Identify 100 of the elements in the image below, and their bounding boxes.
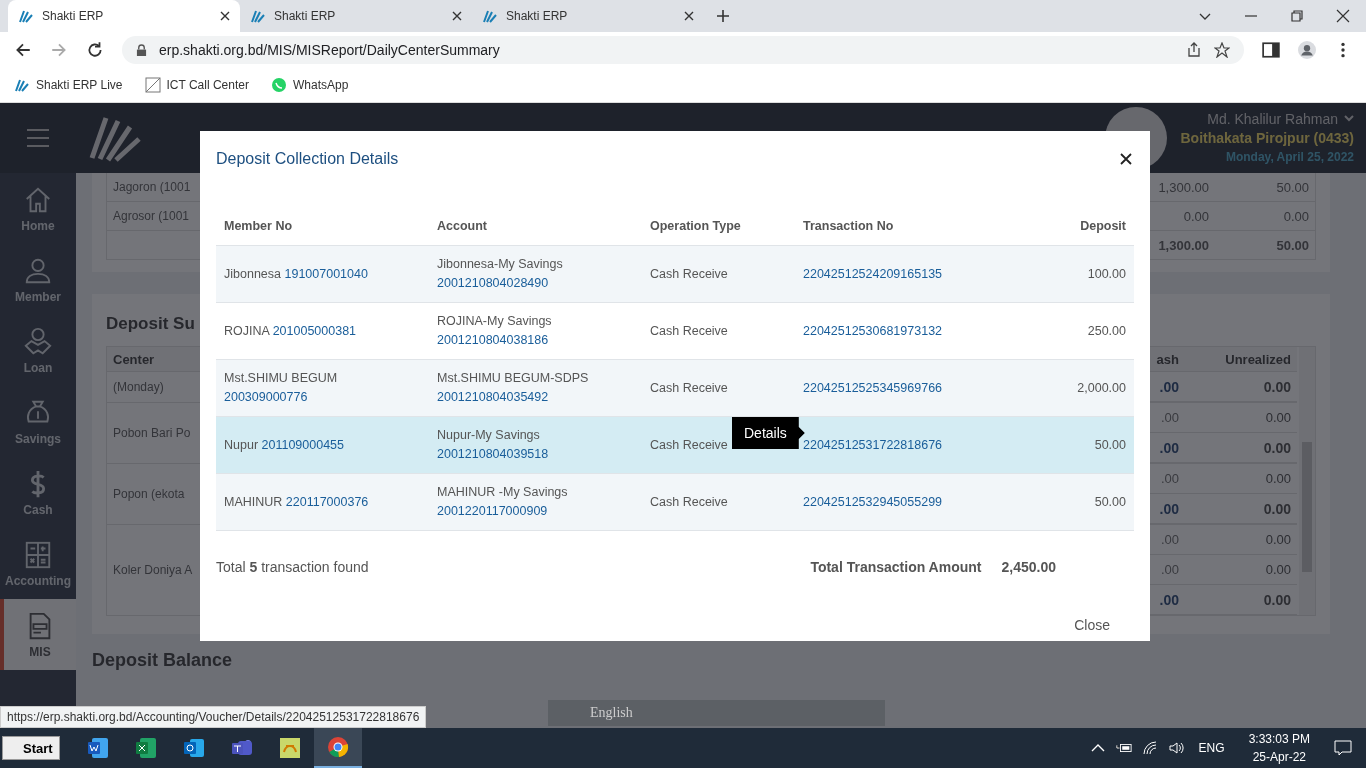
- header-date: Monday, April 25, 2022: [1224, 148, 1354, 166]
- new-tab-icon[interactable]: [716, 9, 730, 23]
- member-name: Nupur: [224, 437, 259, 452]
- table-cell: .00: [1159, 439, 1179, 456]
- section-title: Deposit Su: [106, 314, 195, 334]
- browser-icon: [325, 735, 350, 759]
- close-button[interactable]: Close: [1072, 613, 1112, 637]
- column-header: Unrealized: [1225, 351, 1291, 367]
- site-logo-icon: [482, 8, 498, 24]
- reload-icon[interactable]: [86, 41, 104, 59]
- chat-bubble-icon: [271, 77, 287, 93]
- notification-icon[interactable]: [1334, 740, 1352, 756]
- back-icon[interactable]: [14, 41, 32, 59]
- table-cell-text: 50.00: [1094, 436, 1126, 454]
- transaction-link[interactable]: 22042512531722818676: [803, 435, 943, 455]
- member-link[interactable]: 201109000455: [261, 437, 345, 452]
- star-icon[interactable]: [1214, 42, 1230, 58]
- language-bar[interactable]: English: [548, 700, 885, 726]
- table-cell-text: Cash Receive: [650, 322, 728, 340]
- close-icon[interactable]: [1336, 9, 1350, 23]
- input-language[interactable]: ENG: [1198, 741, 1225, 755]
- column-header: Operation Type: [650, 217, 741, 235]
- share-icon[interactable]: [1186, 42, 1202, 58]
- close-icon[interactable]: [684, 11, 694, 21]
- member-link[interactable]: 201005000381: [272, 323, 357, 338]
- browser-tab[interactable]: Shakti ERP: [8, 0, 240, 32]
- bookmark[interactable]: Shakti ERP Live: [14, 77, 123, 93]
- account-link[interactable]: 2001210804035492: [437, 390, 549, 404]
- branch-name: Boithakata Pirojpur (0433): [1180, 128, 1354, 148]
- close-icon[interactable]: [1120, 153, 1132, 165]
- account-name: Jibonnesa-My Savings: [437, 257, 563, 271]
- total-amount: 2,450.00: [1001, 559, 1056, 575]
- browser-tab[interactable]: Shakti ERP: [472, 0, 704, 32]
- table-cell: .00: [1160, 471, 1179, 486]
- table-cell: 0.00: [1263, 591, 1291, 608]
- table-cell-text: 50.00: [1094, 493, 1126, 511]
- column-header: Transaction No: [803, 217, 894, 235]
- app-icon: [277, 736, 302, 760]
- caret-icon[interactable]: [1344, 115, 1354, 123]
- section-title: Deposit Balance: [92, 650, 233, 671]
- close-icon[interactable]: [452, 11, 462, 21]
- column-header: Member No: [224, 217, 293, 235]
- taskbar-app[interactable]: [313, 728, 362, 768]
- center-name: Popon (ekota: [113, 487, 185, 501]
- account-link[interactable]: 2001210804039518: [437, 447, 549, 461]
- bookmark[interactable]: WhatsApp: [271, 77, 349, 93]
- wifi-icon[interactable]: [1141, 740, 1158, 756]
- table-cell: 0.00: [1283, 208, 1309, 224]
- transaction-link[interactable]: 22042512524209165135: [803, 264, 943, 284]
- account-name: Nupur-My Savings: [437, 428, 540, 442]
- site-logo-icon: [18, 8, 34, 24]
- scrollbar[interactable]: [1299, 347, 1315, 615]
- table-cell: .00: [1160, 562, 1179, 577]
- app-icon: [85, 736, 110, 760]
- transaction-link[interactable]: 22042512530681973132: [803, 321, 943, 341]
- total-label: Total Transaction Amount: [810, 559, 982, 575]
- table-cell: 0.00: [1263, 378, 1291, 395]
- column-header: Center: [113, 351, 155, 367]
- table-cell: 0.00: [1265, 410, 1291, 425]
- address-bar[interactable]: erp.shakti.org.bd/MIS/MISReport/DailyCenterSummary: [122, 36, 1244, 64]
- clock[interactable]: 3:33:03 PM 25-Apr-22: [1248, 730, 1310, 766]
- site-logo-icon: [250, 8, 266, 24]
- table-cell: 0.00: [1263, 500, 1291, 517]
- account-link[interactable]: 2001210804028490: [437, 276, 549, 290]
- side-panel-icon[interactable]: [1262, 41, 1280, 59]
- table-cell: .00: [1160, 410, 1179, 425]
- dialog-title: Deposit Collection Details: [216, 150, 399, 168]
- bookmark[interactable]: ICT Call Center: [144, 77, 249, 93]
- member-name: Mst.SHIMU BEGUM: [224, 371, 338, 385]
- transaction-link[interactable]: 22042512532945055299: [803, 492, 943, 512]
- column-header: ash: [1156, 351, 1179, 367]
- member-name: ROJINA: [224, 323, 270, 338]
- member-link[interactable]: 191007001040: [284, 266, 368, 281]
- account-name: ROJINA-My Savings: [437, 314, 552, 328]
- member-name: Jibonnesa: [224, 266, 281, 281]
- table-cell-text: Cash Receive: [650, 265, 728, 283]
- restore-icon[interactable]: [1290, 9, 1304, 23]
- transaction-link[interactable]: 22042512525345969766: [803, 378, 943, 398]
- table-cell-text: 2,000.00: [1077, 379, 1126, 397]
- close-icon[interactable]: [220, 11, 230, 21]
- start-button[interactable]: Start: [2, 736, 60, 760]
- profile-icon[interactable]: [1298, 41, 1316, 59]
- account-name: Mst.SHIMU BEGUM-SDPS: [437, 371, 589, 385]
- member-link[interactable]: 200309000776: [224, 390, 308, 404]
- member-link[interactable]: 220117000376: [285, 494, 369, 509]
- browser-tab[interactable]: Shakti ERP: [240, 0, 472, 32]
- table-cell: 1,300.00: [1158, 179, 1209, 195]
- table-cell: 0.00: [1183, 208, 1209, 224]
- account-link[interactable]: 2001220117000909: [437, 504, 548, 518]
- table-cell: .00: [1160, 532, 1179, 547]
- speaker-icon[interactable]: [1167, 740, 1184, 756]
- account-link[interactable]: 2001210804038186: [437, 333, 549, 347]
- total-count: Total 5 transaction found: [216, 559, 369, 575]
- image-icon: [144, 77, 161, 93]
- status-url: https://erp.shakti.org.bd/Accounting/Voucher/Details/22042512531722818676: [0, 706, 427, 728]
- loan-icon: [23, 326, 53, 357]
- center-name: Agrosor (1001: [113, 209, 190, 223]
- center-name: Jagoron (1001: [113, 180, 191, 194]
- app-icon: [133, 736, 158, 760]
- table-cell: 1,300.00: [1158, 237, 1209, 253]
